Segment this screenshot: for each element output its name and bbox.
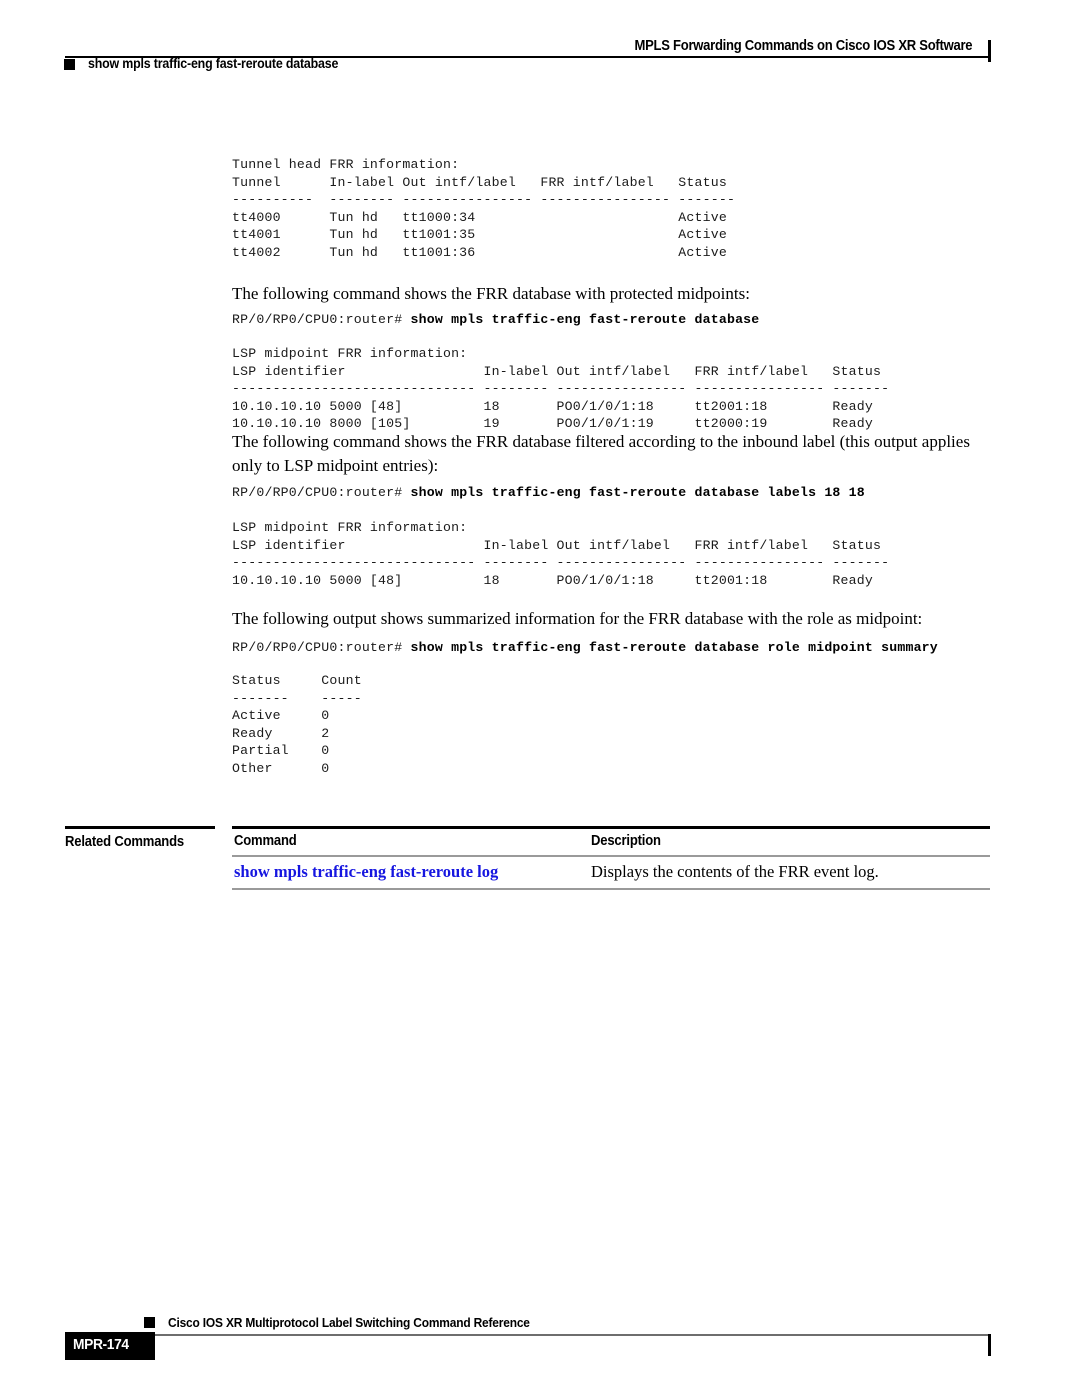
command-line-3: RP/0/RP0/CPU0:router# show mpls traffic-… [232, 639, 938, 657]
table-bottom-divider [232, 888, 990, 890]
page-header: MPLS Forwarding Commands on Cisco IOS XR… [0, 0, 1080, 90]
bullet-square-icon [64, 59, 75, 70]
paragraph-summary-role-midpoint: The following output shows summarized in… [232, 609, 923, 628]
table-row-description: Displays the contents of the FRR event l… [591, 862, 879, 881]
table-row-command-link[interactable]: show mpls traffic-eng fast-reroute log [234, 862, 498, 882]
page-footer: Cisco IOS XR Multiprotocol Label Switchi… [0, 1308, 1080, 1388]
header-title: MPLS Forwarding Commands on Cisco IOS XR… [634, 38, 972, 54]
related-commands-label: Related Commands [65, 834, 184, 850]
command-text: show mpls traffic-eng fast-reroute datab… [410, 640, 938, 655]
code-block-lsp-midpoint-frr-1: LSP midpoint FRR information: LSP identi… [232, 346, 890, 432]
footer-bullet-square-icon [144, 1317, 155, 1328]
paragraph-filtered-inbound-label: The following command shows the FRR data… [232, 432, 970, 475]
paragraph-protected-midpoints: The following command shows the FRR data… [232, 284, 750, 303]
command-line-1: RP/0/RP0/CPU0:router# show mpls traffic-… [232, 311, 759, 329]
table-header-description: Description [591, 833, 661, 849]
command-prompt: RP/0/RP0/CPU0:router# [232, 640, 411, 655]
header-command-name: show mpls traffic-eng fast-reroute datab… [88, 56, 339, 71]
command-text: show mpls traffic-eng fast-reroute datab… [410, 485, 865, 500]
related-label-divider [65, 826, 215, 829]
footer-divider [65, 1334, 990, 1336]
code-block-lsp-midpoint-frr-2: LSP midpoint FRR information: LSP identi… [232, 520, 890, 588]
table-header-command: Command [234, 833, 297, 849]
command-line-2: RP/0/RP0/CPU0:router# show mpls traffic-… [232, 484, 865, 502]
code-block-status-count-summary: Status Count ------- ----- Active 0 Read… [232, 673, 362, 776]
footer-document-title: Cisco IOS XR Multiprotocol Label Switchi… [168, 1315, 530, 1330]
footer-edge-tick [988, 1334, 991, 1356]
code-block-tunnel-head-frr: Tunnel head FRR information: Tunnel In-l… [232, 157, 736, 260]
table-header-divider [232, 855, 990, 857]
header-edge-tick [988, 40, 991, 62]
page-number: MPR-174 [73, 1336, 129, 1353]
command-text: show mpls traffic-eng fast-reroute datab… [410, 312, 760, 327]
table-top-divider [232, 826, 990, 829]
command-prompt: RP/0/RP0/CPU0:router# [232, 485, 411, 500]
command-prompt: RP/0/RP0/CPU0:router# [232, 312, 411, 327]
